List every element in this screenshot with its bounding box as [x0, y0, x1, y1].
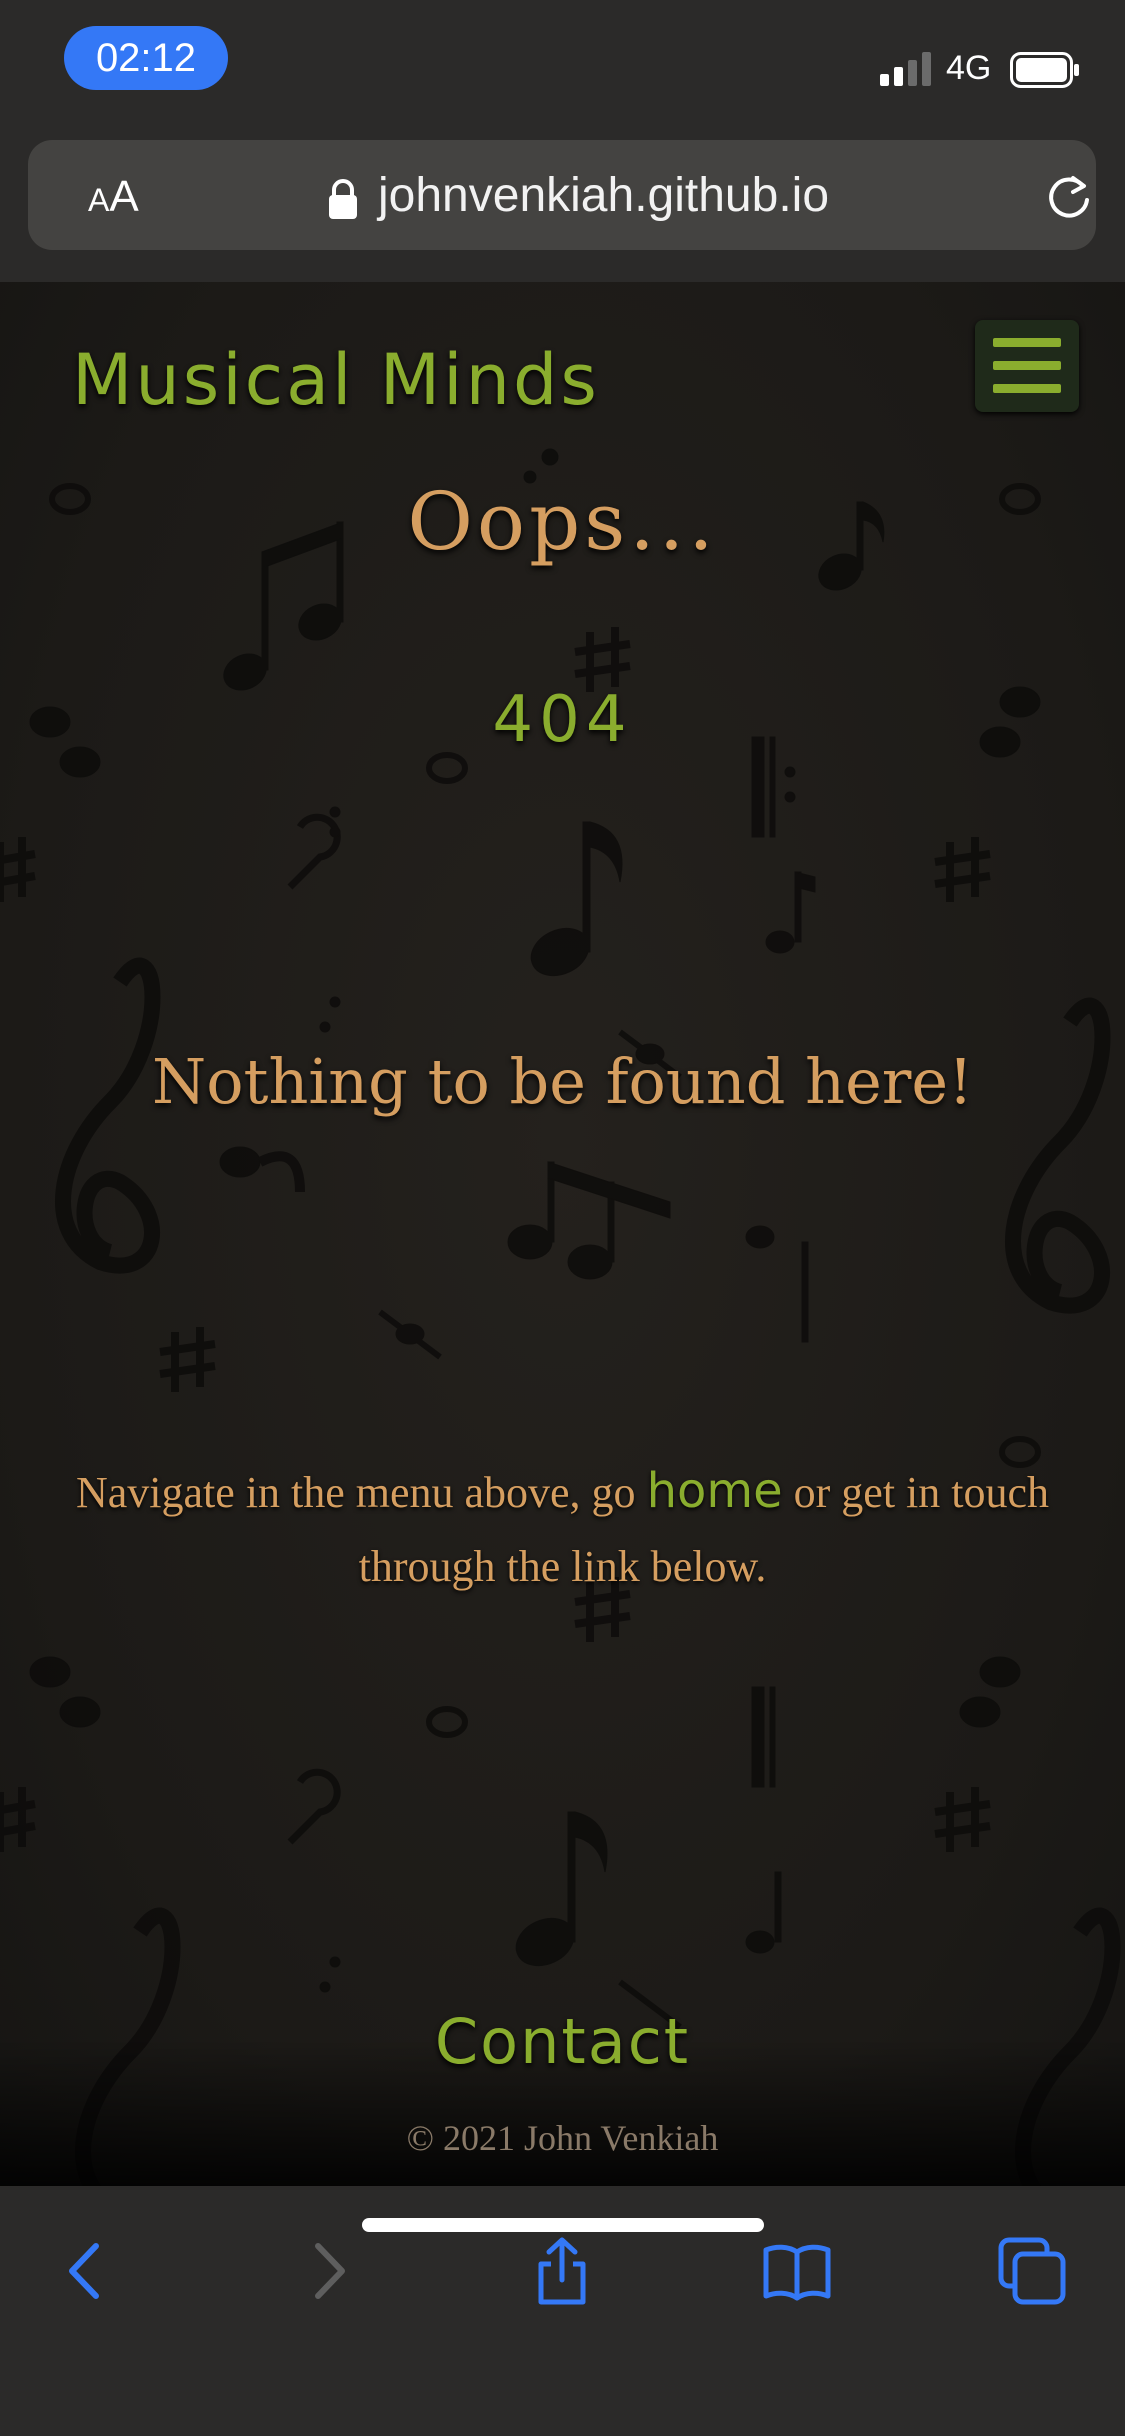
bookmarks-icon[interactable]: [762, 2236, 832, 2306]
status-time: 02:12: [64, 26, 228, 90]
network-type: 4G: [946, 49, 992, 87]
error-message: Nothing to be found here!: [151, 1045, 973, 1118]
contact-link[interactable]: Contact: [0, 2004, 1125, 2080]
navigation-hint-before: Navigate in the menu above, go: [75, 1468, 647, 1517]
battery-icon: [1010, 52, 1079, 88]
tabs-icon[interactable]: [997, 2236, 1067, 2306]
browser-toolbar: [0, 2186, 1125, 2436]
hamburger-menu-button[interactable]: [975, 320, 1079, 412]
hamburger-icon: [993, 338, 1061, 347]
error-code: 404: [492, 683, 633, 757]
navigation-hint: Navigate in the menu above, go home or g…: [60, 1454, 1065, 1604]
status-bar: 02:12 4G: [0, 0, 1125, 140]
copyright-text: © 2021 John Venkiah: [406, 2118, 719, 2158]
signal-strength-icon: [880, 52, 931, 86]
lock-icon: [329, 179, 357, 219]
address-bar-area: AA johnvenkiah.github.io: [0, 140, 1125, 282]
site-title[interactable]: Musical Minds: [72, 338, 600, 422]
url-text: johnvenkiah.github.io: [378, 169, 830, 222]
share-icon[interactable]: [527, 2236, 597, 2306]
address-bar[interactable]: AA johnvenkiah.github.io: [28, 140, 1096, 250]
page-content: Musical Minds Oops... 404 Nothing to be …: [0, 282, 1125, 2186]
reload-icon[interactable]: [1043, 172, 1095, 224]
error-heading: Oops...: [407, 475, 718, 568]
home-indicator: [362, 2218, 764, 2232]
forward-icon[interactable]: [292, 2236, 362, 2306]
text-size-button[interactable]: AA: [88, 172, 139, 225]
back-icon[interactable]: [52, 2236, 122, 2306]
home-link[interactable]: home: [647, 1463, 783, 1519]
